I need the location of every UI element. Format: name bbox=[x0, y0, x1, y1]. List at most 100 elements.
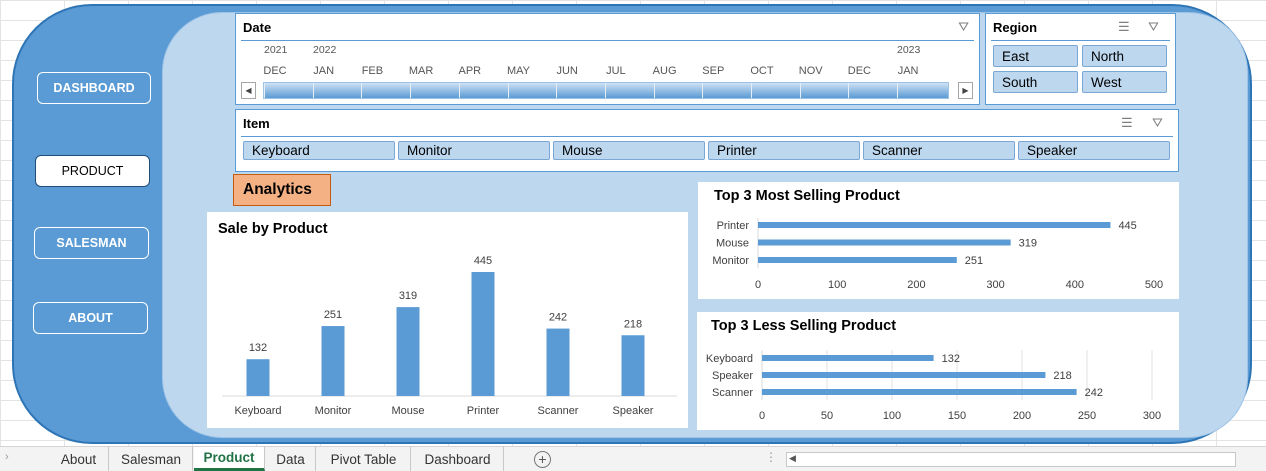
item-chip-speaker[interactable]: Speaker bbox=[1018, 141, 1170, 160]
timeline-month-label[interactable]: OCT bbox=[737, 65, 787, 77]
tab-scroll-icon[interactable]: › bbox=[5, 451, 9, 463]
data-label: 132 bbox=[942, 353, 960, 365]
item-chip-keyboard[interactable]: Keyboard bbox=[243, 141, 395, 160]
timeline-month-label[interactable]: JUL bbox=[591, 65, 641, 77]
more-options-icon[interactable]: ⋮ bbox=[765, 450, 777, 464]
category-label: Speaker bbox=[712, 370, 753, 382]
bar-scanner[interactable] bbox=[762, 389, 1077, 395]
date-slicer-title: Date bbox=[243, 20, 272, 35]
item-chip-printer[interactable]: Printer bbox=[708, 141, 860, 160]
category-label: Scanner bbox=[538, 405, 579, 417]
timeline-month-label[interactable]: NOV bbox=[786, 65, 836, 77]
salesman-nav-button[interactable]: SALESMAN bbox=[34, 227, 149, 259]
bar-mouse[interactable] bbox=[396, 307, 420, 396]
timeline-tick bbox=[751, 83, 752, 98]
chart-plot: Keyboard 132 Speaker 218 Scanner 242 0 50 100 150… bbox=[706, 350, 1161, 422]
bar-monitor[interactable] bbox=[758, 257, 957, 263]
bar-keyboard[interactable] bbox=[246, 359, 270, 396]
data-label: 132 bbox=[249, 342, 267, 354]
data-label: 218 bbox=[624, 318, 642, 330]
sheet-tab-salesman[interactable]: Salesman bbox=[110, 447, 193, 471]
timeline-month-label[interactable]: MAY bbox=[494, 65, 544, 77]
timeline-month-label[interactable]: AUG bbox=[640, 65, 690, 77]
product-nav-button[interactable]: PRODUCT bbox=[35, 155, 150, 187]
item-slicer-title: Item bbox=[243, 116, 270, 131]
category-label: Mouse bbox=[391, 405, 424, 417]
clear-filter-icon[interactable]: ⛛ bbox=[958, 19, 969, 35]
timeline-month-label[interactable]: DEC bbox=[834, 65, 884, 77]
timeline-tick bbox=[507, 83, 509, 98]
category-label: Keyboard bbox=[234, 405, 281, 417]
sheet-tab-dashboard[interactable]: Dashboard bbox=[412, 447, 504, 471]
bar-printer[interactable] bbox=[758, 222, 1111, 228]
sale-by-product-chart[interactable]: Sale by Product 132 Keyboard 251 Monitor 319… bbox=[207, 212, 688, 428]
add-sheet-icon[interactable]: + bbox=[534, 451, 551, 468]
timeline-month-label[interactable]: FEB bbox=[347, 65, 397, 77]
timeline-tick bbox=[653, 83, 655, 98]
bar-speaker[interactable] bbox=[621, 335, 645, 396]
clear-filter-icon[interactable]: ⛛ bbox=[1148, 19, 1159, 35]
timeline-scroll-left-icon[interactable]: ◀ bbox=[241, 82, 256, 99]
data-label: 242 bbox=[1085, 387, 1103, 399]
bar-speaker[interactable] bbox=[762, 372, 1046, 378]
sheet-tab-data[interactable]: Data bbox=[266, 447, 316, 471]
about-nav-button[interactable]: ABOUT bbox=[33, 302, 148, 334]
item-chip-scanner[interactable]: Scanner bbox=[863, 141, 1015, 160]
timeline-tick bbox=[361, 83, 363, 98]
timeline-tick bbox=[897, 83, 899, 98]
horizontal-scrollbar[interactable]: ◀ bbox=[786, 452, 1236, 467]
timeline-month-label[interactable]: APR bbox=[445, 65, 495, 77]
sheet-tab-about[interactable]: About bbox=[49, 447, 109, 471]
chart-plot: 132 Keyboard 251 Monitor 319 Mouse 445 Printer 2… bbox=[222, 255, 677, 417]
timeline-month-label[interactable]: JAN bbox=[299, 65, 349, 77]
region-chip-west[interactable]: West bbox=[1082, 71, 1167, 93]
data-label: 218 bbox=[1053, 370, 1071, 382]
timeline-month-label[interactable]: SEP bbox=[688, 65, 738, 77]
timeline-month-label[interactable]: JUN bbox=[542, 65, 592, 77]
scroll-left-icon[interactable]: ◀ bbox=[789, 453, 796, 464]
timeline-month-label[interactable]: JAN bbox=[883, 65, 933, 77]
region-slicer-title: Region bbox=[993, 20, 1038, 35]
x-tick-label: 0 bbox=[755, 279, 761, 291]
x-tick-label: 300 bbox=[1143, 410, 1161, 422]
multi-select-icon[interactable]: ☰ bbox=[1118, 19, 1130, 35]
category-label: Printer bbox=[717, 220, 750, 232]
clear-filter-icon[interactable]: ⛛ bbox=[1152, 115, 1163, 131]
bar-printer[interactable] bbox=[471, 272, 495, 396]
x-tick-label: 400 bbox=[1066, 279, 1084, 291]
top3-less-selling-chart[interactable]: Top 3 Less Selling Product Keyboard 132 Sp… bbox=[697, 312, 1179, 430]
item-chip-monitor[interactable]: Monitor bbox=[398, 141, 550, 160]
divider bbox=[991, 40, 1170, 41]
region-chip-east[interactable]: East bbox=[993, 45, 1078, 67]
category-label: Monitor bbox=[315, 405, 352, 417]
category-label: Keyboard bbox=[706, 353, 753, 365]
sheet-tab-pivot-table[interactable]: Pivot Table bbox=[317, 447, 411, 471]
timeline-year-label: 2023 bbox=[897, 44, 921, 56]
timeline-scroll-right-icon[interactable]: ▶ bbox=[958, 82, 973, 99]
bar-mouse[interactable] bbox=[758, 239, 1011, 246]
top3-most-selling-chart[interactable]: Top 3 Most Selling Product Printer 445 Mou… bbox=[698, 182, 1179, 299]
timeline-tick bbox=[848, 83, 850, 98]
bar-scanner[interactable] bbox=[546, 328, 570, 396]
x-tick-label: 50 bbox=[821, 410, 833, 422]
category-label: Scanner bbox=[712, 387, 753, 399]
x-tick-label: 250 bbox=[1078, 410, 1096, 422]
data-label: 251 bbox=[324, 309, 342, 321]
timeline-tick bbox=[799, 83, 801, 98]
category-label: Monitor bbox=[712, 255, 749, 267]
analytics-label: Analytics bbox=[233, 174, 331, 206]
bar-keyboard[interactable] bbox=[762, 355, 934, 361]
region-chip-north[interactable]: North bbox=[1082, 45, 1167, 67]
bar-monitor[interactable] bbox=[321, 326, 345, 396]
sheet-tab-product[interactable]: Product bbox=[194, 447, 265, 471]
x-tick-label: 0 bbox=[759, 410, 765, 422]
dashboard-nav-button[interactable]: DASHBOARD bbox=[37, 72, 151, 104]
timeline-range-bar[interactable] bbox=[263, 82, 949, 99]
timeline-month-label[interactable]: DEC bbox=[250, 65, 300, 77]
item-chip-mouse[interactable]: Mouse bbox=[553, 141, 705, 160]
multi-select-icon[interactable]: ☰ bbox=[1121, 115, 1133, 131]
divider bbox=[241, 136, 1173, 137]
region-chip-south[interactable]: South bbox=[993, 71, 1078, 93]
timeline-month-label[interactable]: MAR bbox=[396, 65, 446, 77]
x-tick-label: 100 bbox=[828, 279, 846, 291]
